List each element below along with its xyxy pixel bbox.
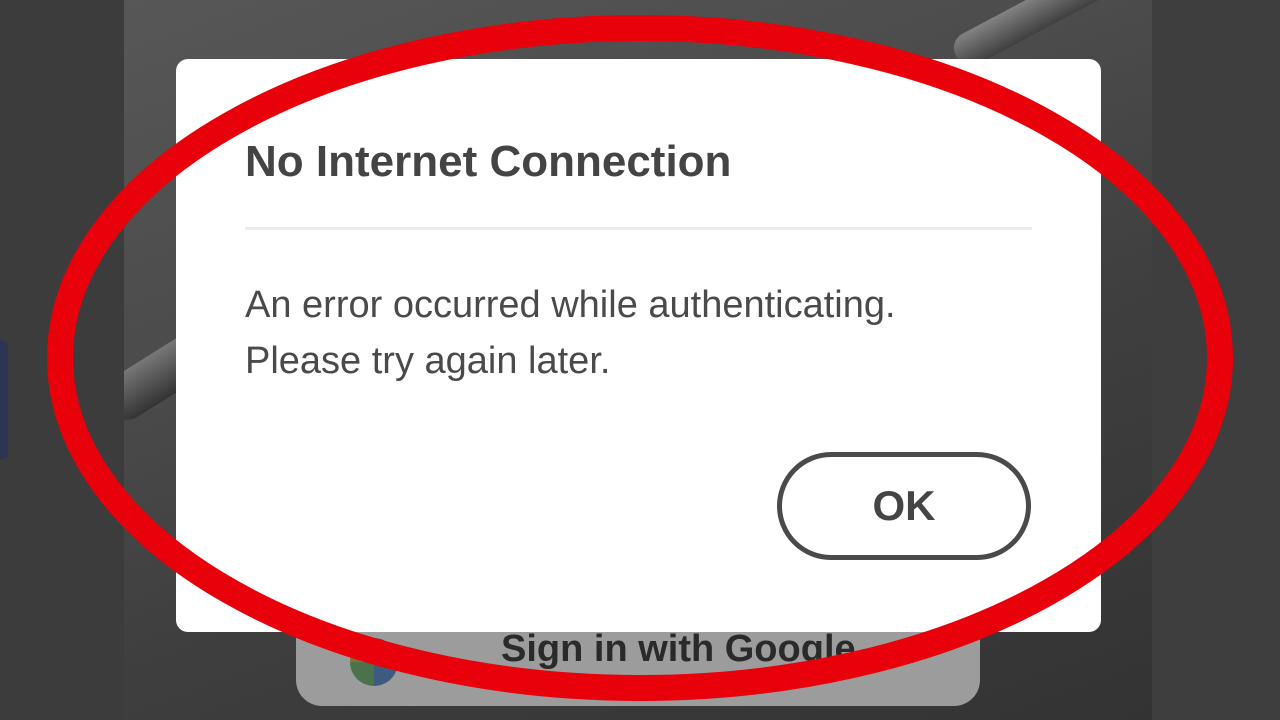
left-accent [0,340,8,460]
right-margin [1152,0,1280,720]
dialog-message-line-1: An error occurred while authenticating. [245,284,896,326]
dialog-message: An error occurred while authenticating. … [245,277,1005,389]
screen: Sign in with Google No Internet Connecti… [0,0,1280,720]
left-margin [0,0,124,720]
google-logo-icon [350,638,398,686]
sign-in-with-google-label: Sign in with Google [501,628,856,670]
dialog-divider [245,227,1032,230]
ok-button[interactable]: OK [777,452,1031,560]
dialog-title: No Internet Connection [245,137,732,186]
dialog-message-line-2: Please try again later. [245,340,611,382]
error-dialog: No Internet Connection An error occurred… [176,59,1101,632]
